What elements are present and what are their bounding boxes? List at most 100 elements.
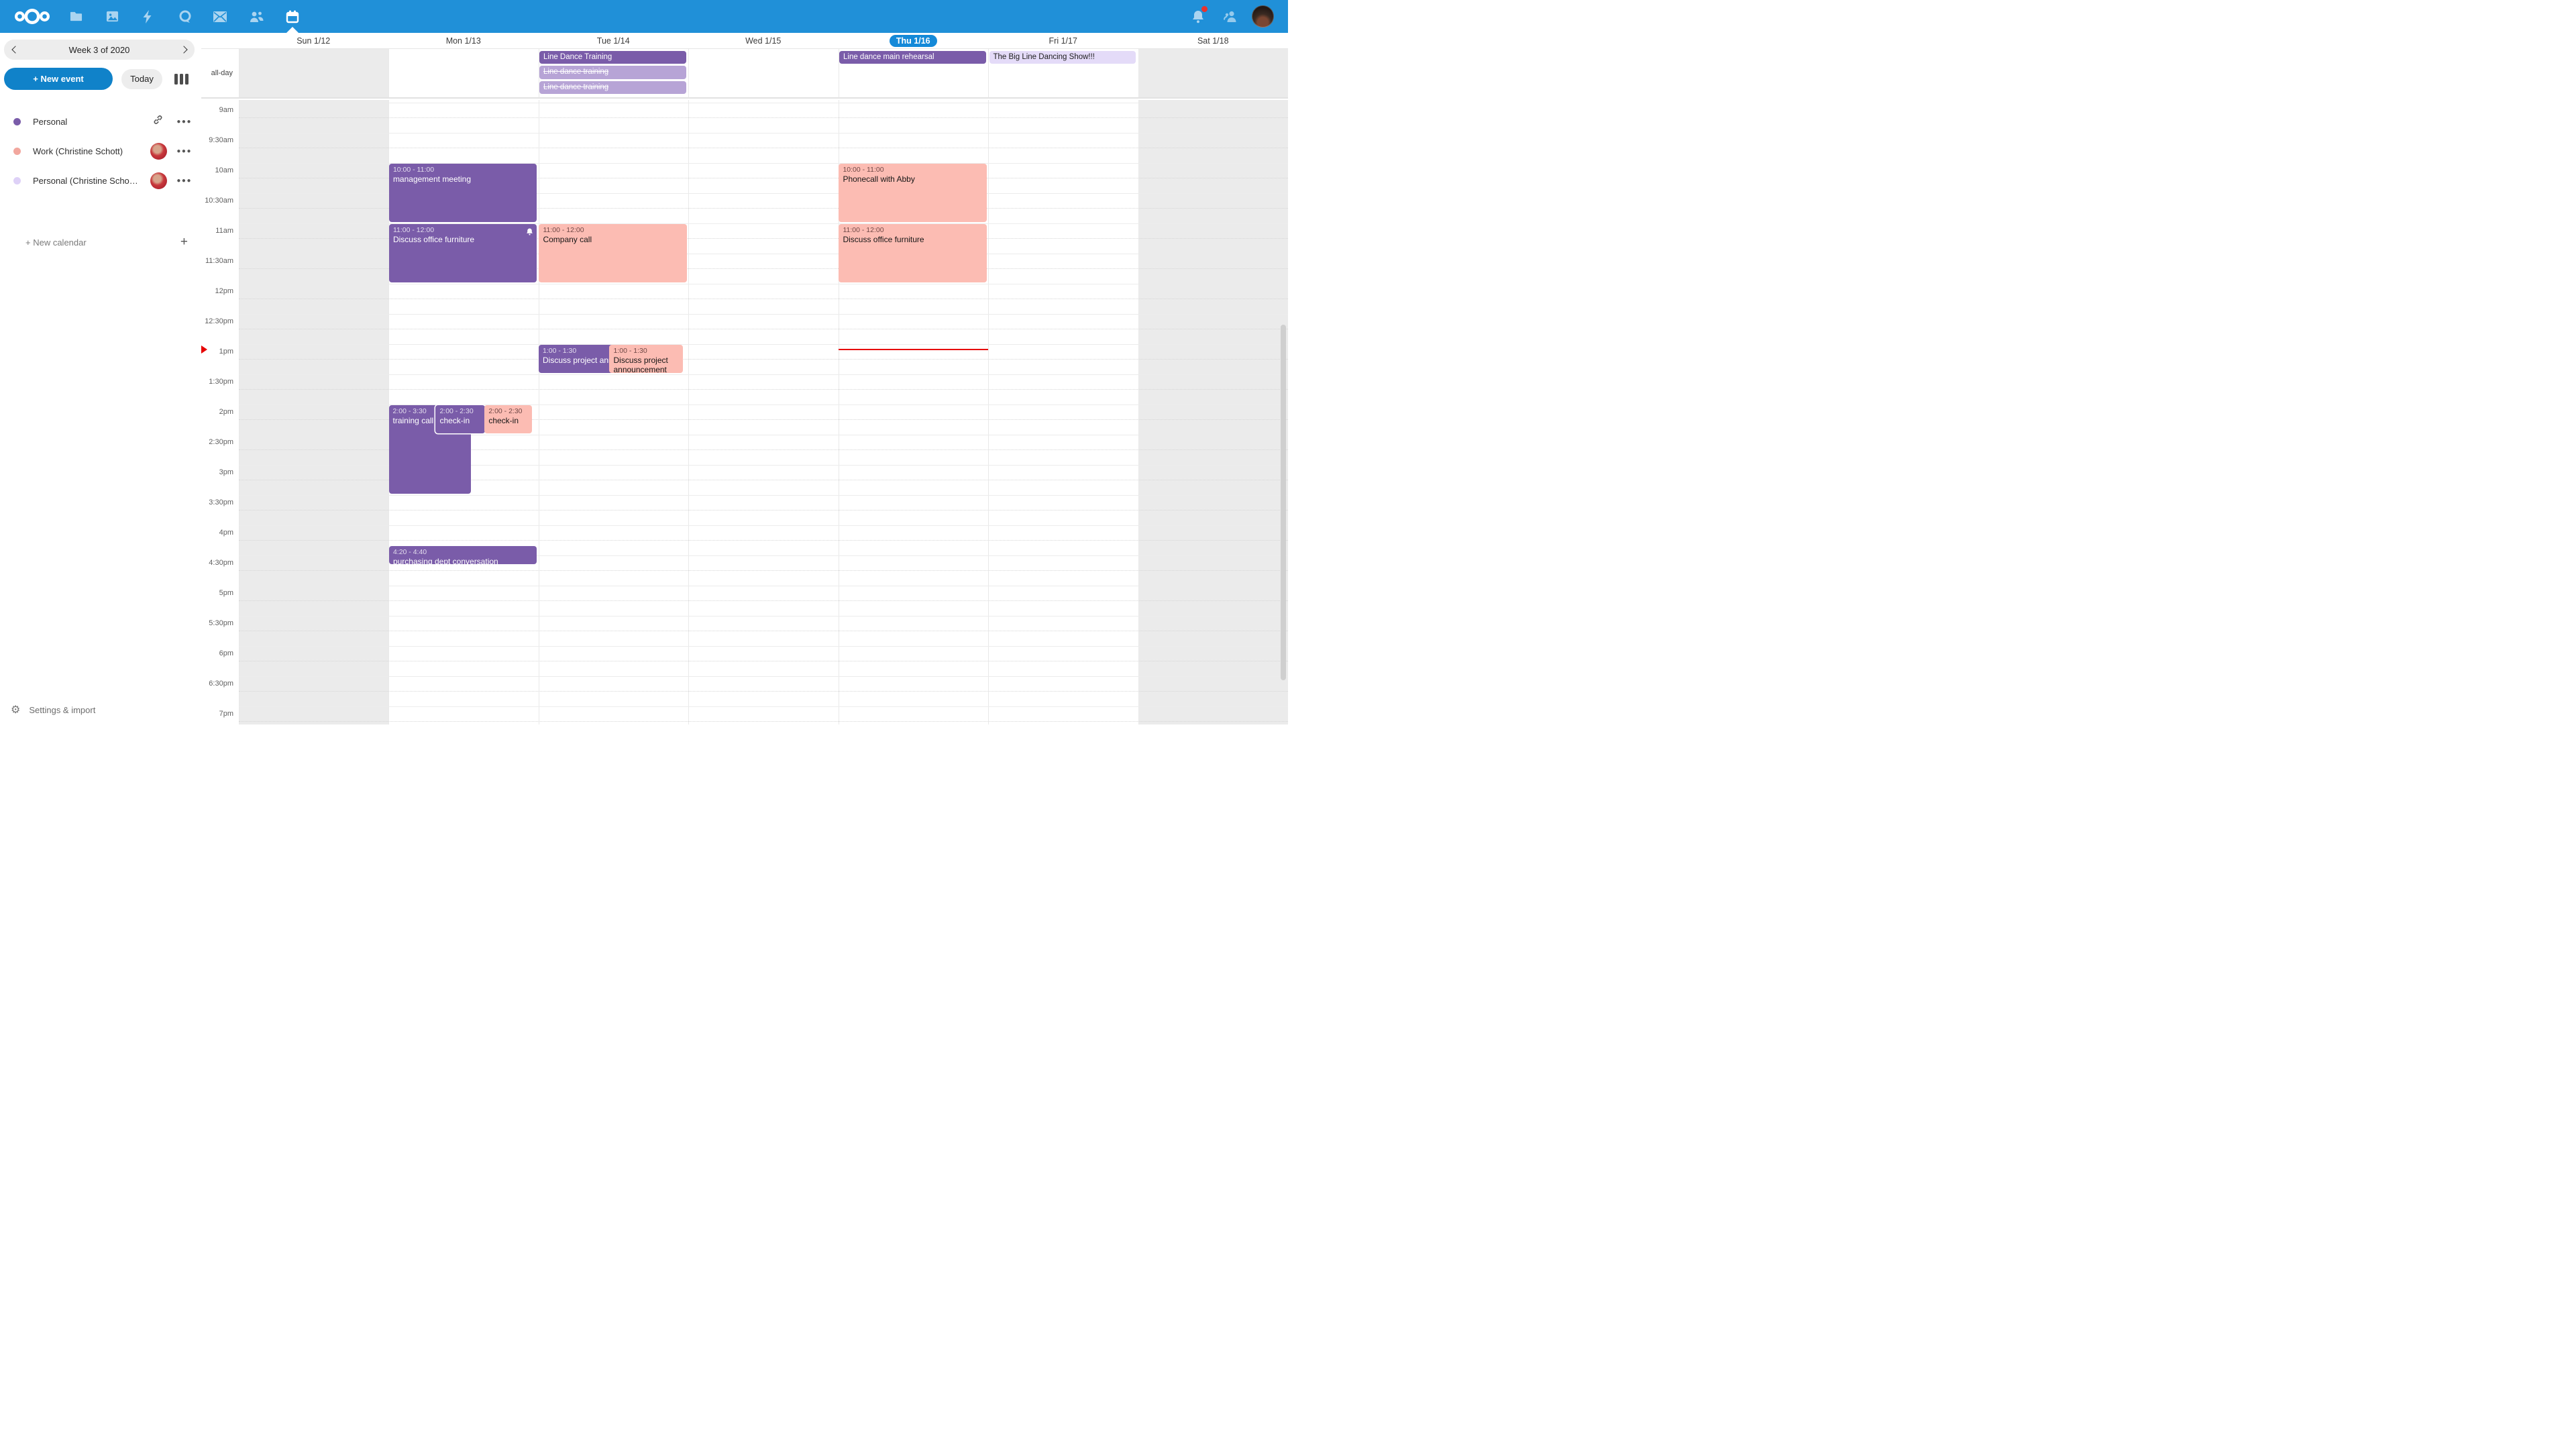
week-title[interactable]: Week 3 of 2020 [4,40,195,60]
user-avatar[interactable] [1252,5,1274,28]
event-checkin-1[interactable]: 2:00 - 2:30check-in [435,405,484,434]
time-label: 3:30pm [201,498,233,507]
time-label: 1:30pm [201,377,233,386]
alarm-bell-icon [526,227,533,234]
top-navigation-bar [0,0,1288,33]
event-title: Discuss project announcement [613,356,679,374]
time-label: 2:30pm [201,437,233,447]
event-furniture-thu[interactable]: 11:00 - 12:00Discuss office furniture [839,224,986,283]
all-day-event[interactable]: Line dance main rehearsal [839,51,986,64]
grid-line [239,374,1289,375]
time-label: 5pm [201,588,233,598]
calendar-actions-menu-icon[interactable]: ●●● [176,118,192,125]
all-day-event[interactable]: Line Dance Training [539,51,686,64]
photos-app-icon[interactable] [97,0,127,33]
all-day-event[interactable]: The Big Line Dancing Show!!! [989,51,1136,64]
contacts-app-icon[interactable] [241,0,271,33]
new-calendar-button[interactable]: + New calendar + [0,229,201,256]
event-purchasing[interactable]: 4:20 - 4:40purchasing dept conversation [389,546,537,565]
today-button[interactable]: Today [121,69,162,89]
event-abby[interactable]: 10:00 - 11:00Phonecall with Abby [839,164,986,223]
all-day-column [1138,49,1289,97]
sidebar-actions: + New event Today [4,68,195,90]
notifications-bell-icon[interactable] [1183,0,1213,33]
contacts-menu-icon[interactable] [1216,0,1245,33]
grid-line [239,359,1289,360]
event-time: 11:00 - 12:00 [843,225,982,235]
event-time: 2:00 - 2:30 [439,407,480,416]
calendar-list-item-work-christine[interactable]: Work (Christine Schott) ●●● [0,136,201,166]
day-header-wed[interactable]: Wed 1/15 [688,33,839,49]
files-app-icon[interactable] [61,0,91,33]
event-project-pink[interactable]: 1:00 - 1:30Discuss project announcement [609,345,683,374]
grid-line [239,117,1289,118]
grid-line [239,495,1289,496]
calendar-color-dot [13,177,21,184]
time-label: 11am [201,226,233,235]
next-week-button[interactable] [174,40,195,60]
calendar-list-item-personal[interactable]: Personal ●●● [0,107,201,136]
previous-week-button[interactable] [4,40,24,60]
time-label: 9am [201,105,233,115]
shared-by-avatar [150,143,167,160]
nextcloud-logo[interactable] [13,5,51,28]
day-header-fri[interactable]: Fri 1/17 [988,33,1138,49]
grid-line [239,721,1289,722]
calendar-list-item-personal-christine[interactable]: Personal (Christine Scho… ●●● [0,166,201,195]
settings-and-import-button[interactable]: ⚙ Settings & import [0,699,201,720]
current-time-line [839,349,989,350]
day-header-mon[interactable]: Mon 1/13 [388,33,539,49]
event-company-call[interactable]: 11:00 - 12:00Company call [539,224,686,283]
time-label: 6:30pm [201,679,233,688]
time-label: 12:30pm [201,317,233,326]
day-header-thu[interactable]: Thu 1/16 [839,33,989,49]
day-header-tue[interactable]: Tue 1/14 [539,33,689,49]
activity-app-icon[interactable] [133,0,162,33]
event-furniture-mon[interactable]: 11:00 - 12:00Discuss office furniture [389,224,537,283]
shared-by-avatar [150,172,167,189]
plus-icon: + [180,235,188,250]
vertical-scrollbar-thumb[interactable] [1281,325,1286,680]
event-project-purple[interactable]: 1:00 - 1:30Discuss project announcement [539,345,617,374]
calendar-actions-menu-icon[interactable]: ●●● [176,148,192,155]
event-mgmt[interactable]: 10:00 - 11:00management meeting [389,164,537,223]
mail-app-icon[interactable] [205,0,235,33]
calendar-app-icon[interactable] [278,0,307,33]
all-day-event[interactable]: Line dance training [539,81,686,95]
event-title: check-in [439,416,480,426]
talk-app-icon[interactable] [170,0,200,33]
event-title: Discuss project announcement [543,356,613,366]
event-checkin-2[interactable]: 2:00 - 2:30check-in [484,405,532,434]
event-title: management meeting [393,174,533,184]
calendar-actions-menu-icon[interactable]: ●●● [176,177,192,184]
grid-line [239,540,1289,541]
time-label: 10:30am [201,196,233,205]
calendar-week-view: Sun 1/12Mon 1/13Tue 1/14Wed 1/15Thu 1/16… [201,33,1288,724]
event-title: Discuss office furniture [843,235,982,245]
calendar-color-dot [13,118,21,125]
notification-badge [1201,6,1208,12]
event-time: 11:00 - 12:00 [393,225,533,235]
grid-line [239,676,1289,677]
event-title: check-in [488,416,528,426]
calendar-color-dot [13,148,21,155]
new-event-button[interactable]: + New event [4,68,113,90]
event-time: 1:00 - 1:30 [543,346,613,356]
grid-line [239,314,1289,315]
time-label: 4pm [201,528,233,537]
all-day-row: all-day Line Dance TrainingLine dance tr… [201,49,1288,99]
event-time: 1:00 - 1:30 [613,346,679,356]
all-day-event[interactable]: Line dance training [539,66,686,79]
event-time: 10:00 - 11:00 [393,165,533,174]
time-grid: 9am9:30am10am10:30am11am11:30am12pm12:30… [201,100,1288,724]
event-time: 10:00 - 11:00 [843,165,982,174]
share-link-icon[interactable] [153,115,163,128]
grid-line [239,525,1289,526]
time-label: 4:30pm [201,558,233,568]
time-label: 6pm [201,649,233,658]
view-switcher-icon[interactable] [174,74,189,85]
day-header-sun[interactable]: Sun 1/12 [239,33,389,49]
day-header-sat[interactable]: Sat 1/18 [1138,33,1289,49]
gear-icon: ⚙ [11,703,20,716]
event-title: Discuss office furniture [393,235,533,245]
